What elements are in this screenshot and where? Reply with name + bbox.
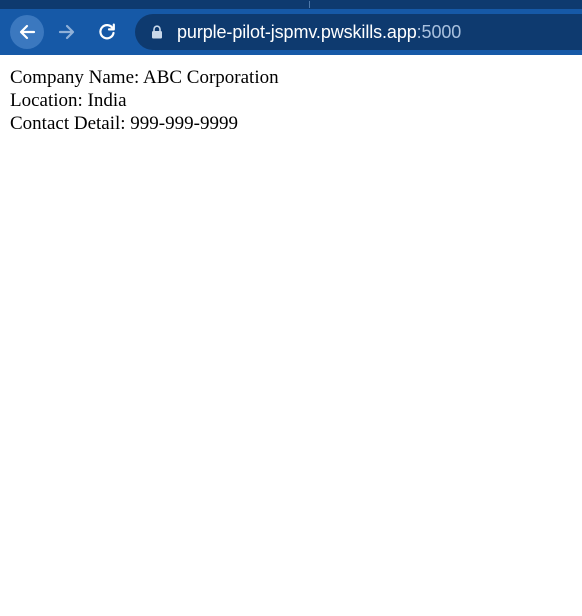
forward-arrow-icon: [58, 24, 75, 40]
address-bar[interactable]: purple-pilot-jspmv.pwskills.app:5000: [135, 14, 582, 50]
reload-button[interactable]: [90, 15, 124, 49]
back-button[interactable]: [10, 15, 44, 49]
url-port: :5000: [416, 22, 462, 42]
back-arrow-icon: [19, 24, 36, 40]
browser-toolbar: purple-pilot-jspmv.pwskills.app:5000: [0, 9, 582, 55]
lock-icon[interactable]: [151, 25, 163, 39]
forward-button[interactable]: [50, 15, 84, 49]
tab-strip: [0, 0, 582, 9]
company-name-text: Company Name: ABC Corporation: [10, 67, 279, 88]
url-text[interactable]: purple-pilot-jspmv.pwskills.app:5000: [177, 14, 461, 50]
reload-icon: [99, 23, 115, 40]
url-host: purple-pilot-jspmv.pwskills.app: [177, 22, 417, 42]
page-content: Company Name: ABC Corporation Location: …: [10, 66, 279, 135]
browser-window: purple-pilot-jspmv.pwskills.app:5000 Com…: [0, 0, 582, 616]
contact-detail-text: Contact Detail: 999-999-9999: [10, 113, 238, 134]
tab-separator: [309, 1, 310, 8]
location-text: Location: India: [10, 90, 127, 111]
